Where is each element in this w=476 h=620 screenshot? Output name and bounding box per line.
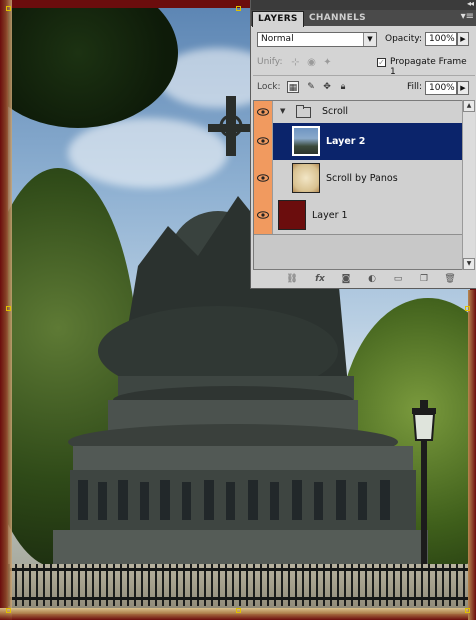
fill-label: Fill: bbox=[407, 82, 423, 92]
layer-row-scroll-by-panos[interactable]: Scroll by Panos bbox=[254, 160, 462, 198]
blend-mode-select[interactable]: Normal ▼ bbox=[257, 32, 377, 47]
layer-thumbnail bbox=[292, 126, 320, 156]
collapse-icon[interactable]: ◂◂ bbox=[467, 0, 474, 8]
layer-name: Scroll by Panos bbox=[326, 173, 398, 184]
mask-icon[interactable]: ◙ bbox=[339, 273, 353, 285]
layer-row-scroll-group[interactable]: ▼ Scroll bbox=[254, 101, 462, 124]
layer-thumbnail bbox=[292, 163, 320, 193]
scroll-down-icon[interactable]: ▼ bbox=[463, 258, 475, 270]
visibility-toggle[interactable] bbox=[254, 160, 273, 197]
eye-icon bbox=[257, 174, 269, 182]
visibility-toggle[interactable] bbox=[254, 101, 273, 123]
visibility-toggle[interactable] bbox=[254, 197, 273, 234]
adjustment-icon[interactable]: ◐ bbox=[365, 273, 379, 285]
layers-panel: ◂◂ LAYERS CHANNELS ▾≡ Normal ▼ Opacity: … bbox=[250, 0, 476, 289]
unify-row: Unify: ⊹ ◉ ✦ ✓ Propagate Frame 1 bbox=[257, 55, 471, 77]
layers-scrollbar[interactable]: ▲ ▼ bbox=[462, 100, 475, 270]
opacity-input[interactable]: 100% bbox=[425, 32, 457, 46]
transform-handle[interactable] bbox=[465, 306, 470, 311]
folder-icon bbox=[296, 105, 311, 118]
eye-icon bbox=[257, 137, 269, 145]
tab-channels[interactable]: CHANNELS bbox=[304, 11, 371, 26]
link-icon[interactable]: ⛓ bbox=[285, 273, 299, 285]
unify-position-icon[interactable]: ⊹ bbox=[289, 56, 302, 69]
panel-menu-icon[interactable]: ▾≡ bbox=[461, 11, 474, 22]
new-layer-icon[interactable]: ❐ bbox=[417, 273, 431, 285]
opacity-label: Opacity: bbox=[385, 34, 422, 44]
scroll-edge-right bbox=[468, 290, 476, 620]
fx-icon[interactable]: fx bbox=[313, 273, 327, 285]
opacity-slider-button[interactable]: ▶ bbox=[457, 32, 469, 46]
layer-row-layer-1[interactable]: Layer 1 bbox=[254, 197, 462, 235]
lock-all-icon[interactable]: 🔒︎ bbox=[337, 81, 349, 93]
transform-handle[interactable] bbox=[6, 608, 11, 613]
fill-slider-button[interactable]: ▶ bbox=[457, 81, 469, 95]
layer-row-layer-2[interactable]: Layer 2 bbox=[254, 123, 462, 161]
trash-icon[interactable]: 🗑︎ bbox=[443, 273, 457, 285]
transform-handle[interactable] bbox=[465, 608, 470, 613]
propagate-label: Propagate Frame 1 bbox=[390, 57, 467, 77]
panel-tabs: LAYERS CHANNELS ▾≡ bbox=[251, 10, 476, 27]
unify-style-icon[interactable]: ✦ bbox=[321, 56, 334, 69]
visibility-toggle[interactable] bbox=[254, 123, 273, 160]
lock-pixels-icon[interactable]: ✎ bbox=[305, 81, 317, 93]
transform-handle[interactable] bbox=[6, 306, 11, 311]
layer-name: Layer 2 bbox=[326, 136, 366, 147]
unify-visibility-icon[interactable]: ◉ bbox=[305, 56, 318, 69]
lock-transparency-icon[interactable]: ▦ bbox=[287, 81, 299, 93]
transform-handle[interactable] bbox=[236, 6, 241, 11]
layer-thumbnail bbox=[278, 200, 306, 230]
scroll-up-icon[interactable]: ▲ bbox=[463, 100, 475, 112]
layer-name: Layer 1 bbox=[312, 210, 348, 221]
iron-fence bbox=[8, 564, 470, 606]
unify-label: Unify: bbox=[257, 57, 283, 67]
lock-row: Lock: ▦ ✎ ✥ 🔒︎ Fill: 100% ▶ bbox=[257, 80, 471, 96]
layers-list: ▼ Scroll Layer 2 Scroll by Panos Layer 1 bbox=[253, 100, 463, 270]
fill-input[interactable]: 100% bbox=[425, 81, 457, 95]
transform-handle[interactable] bbox=[6, 6, 11, 11]
layer-name: Scroll bbox=[322, 106, 349, 117]
blend-mode-value: Normal bbox=[261, 34, 294, 44]
panel-footer: ⛓ fx ◙ ◐ ▭ ❐ 🗑︎ bbox=[251, 270, 476, 288]
transform-handle[interactable] bbox=[236, 608, 241, 613]
expand-triangle-icon[interactable]: ▼ bbox=[280, 107, 285, 115]
eye-icon bbox=[257, 211, 269, 219]
lock-label: Lock: bbox=[257, 82, 281, 92]
panel-title-bar[interactable]: ◂◂ bbox=[251, 0, 476, 10]
chevron-down-icon[interactable]: ▼ bbox=[363, 33, 376, 46]
new-group-icon[interactable]: ▭ bbox=[391, 273, 405, 285]
divider bbox=[253, 75, 475, 76]
eye-icon bbox=[257, 108, 269, 116]
blend-row: Normal ▼ Opacity: 100% ▶ bbox=[257, 31, 471, 49]
tab-layers[interactable]: LAYERS bbox=[252, 11, 304, 27]
propagate-checkbox[interactable]: ✓ bbox=[377, 58, 386, 67]
lock-position-icon[interactable]: ✥ bbox=[321, 81, 333, 93]
